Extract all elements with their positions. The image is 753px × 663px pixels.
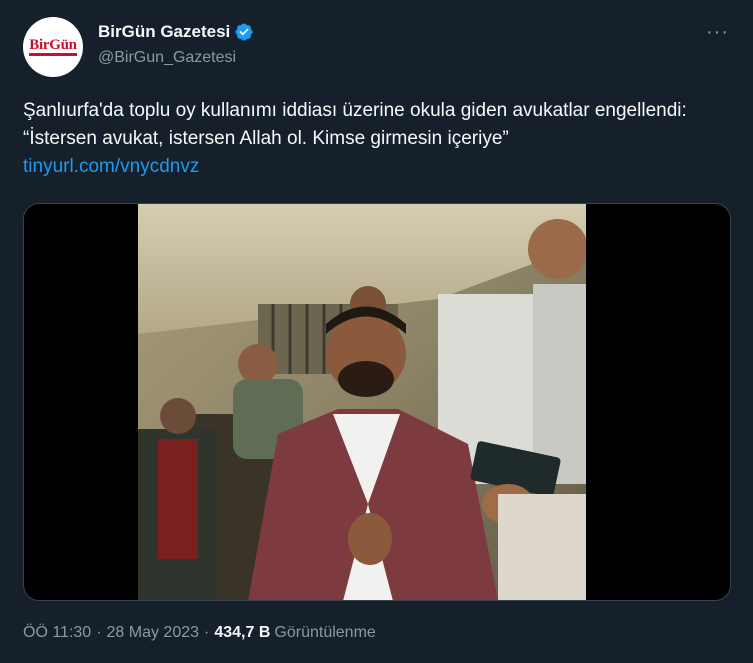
views-count[interactable]: 434,7 B <box>214 624 270 642</box>
tweet-body: Şanlıurfa'da toplu oy kullanımı iddiası … <box>23 100 687 149</box>
meta-separator: · <box>96 624 102 641</box>
author-handle[interactable]: @BirGun_Gazetesi <box>98 49 236 67</box>
birgun-logo: BirGün <box>29 38 77 56</box>
tweet-card: BirGün BirGün Gazetesi @BirGun_Gazetesi … <box>0 0 753 663</box>
author-name-row: BirGün Gazetesi <box>98 22 254 42</box>
tweet-date[interactable]: 28 May 2023 <box>107 624 200 642</box>
tweet-time[interactable]: ÖÖ 11:30 <box>23 624 91 642</box>
tweet-meta: ÖÖ 11:30 · 28 May 2023 · 434,7 B Görüntü… <box>23 624 376 642</box>
more-options-icon[interactable]: ··· <box>706 22 729 42</box>
video-thumbnail <box>138 204 586 600</box>
tweet-link[interactable]: tinyurl.com/vnycdnvz <box>23 153 723 181</box>
author-display-name[interactable]: BirGün Gazetesi <box>98 22 230 42</box>
avatar[interactable]: BirGün <box>23 17 83 77</box>
tweet-text: Şanlıurfa'da toplu oy kullanımı iddiası … <box>23 97 723 181</box>
video-player[interactable] <box>23 203 731 601</box>
meta-separator: · <box>204 624 210 641</box>
verified-badge-icon <box>235 23 253 41</box>
views-label[interactable]: Görüntülenme <box>274 624 375 642</box>
